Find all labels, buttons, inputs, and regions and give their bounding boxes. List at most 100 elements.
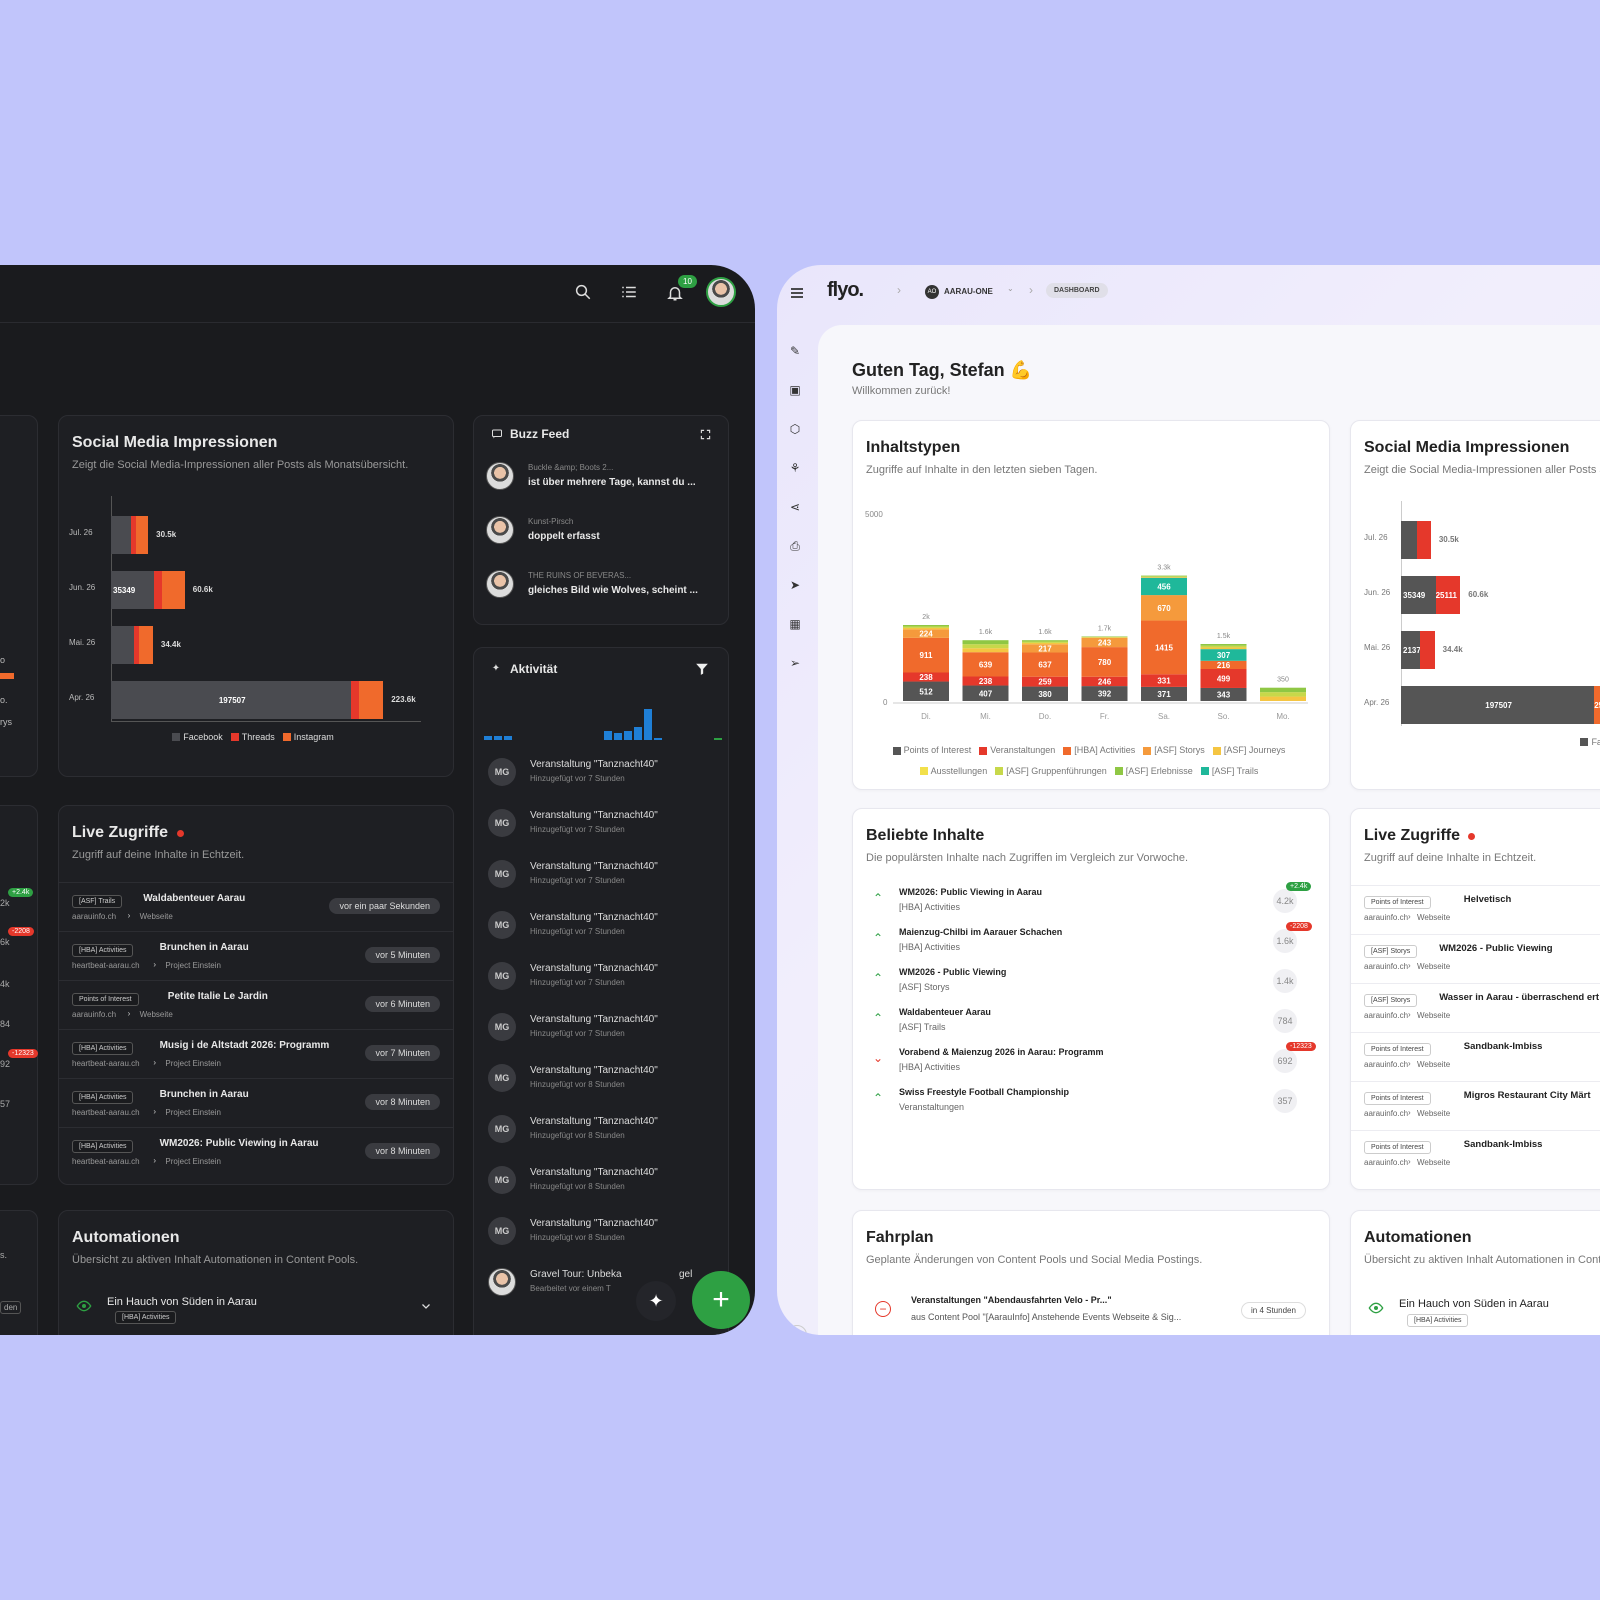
live-row[interactable]: [ASF] Storys WM2026 - Public Viewing aarau… [1351, 934, 1600, 983]
bar-segment-minor[interactable] [1200, 645, 1247, 648]
live-row[interactable]: Points of Interest Helvetisch aarauinfo.ch… [1351, 885, 1600, 934]
legend-item[interactable]: [HBA] Activities [1063, 741, 1135, 760]
navigation-icon[interactable]: ➢ [787, 655, 803, 671]
buzz-text[interactable]: gleiches Bild wie Wolves, scheint ... [528, 585, 698, 596]
popular-content-card: Beliebte Inhalte Die populärsten Inhalte… [852, 808, 1330, 1190]
popular-item-title[interactable]: Waldabenteuer Aarau [899, 1007, 991, 1017]
automation-item[interactable]: Ein Hauch von Süden in Aarau [107, 1296, 257, 1308]
bar-segment-minor[interactable] [1022, 640, 1068, 642]
legend-item[interactable]: [ASF] Trails [1200, 762, 1258, 781]
expand-icon[interactable] [698, 427, 712, 441]
live-row[interactable]: Points of Interest Sandbank-Imbiss aarauin… [1351, 1032, 1600, 1081]
legend-item[interactable]: Veranstaltungen [979, 741, 1055, 760]
chevron-down-icon[interactable] [419, 1299, 433, 1313]
bar-segment-minor[interactable] [1200, 647, 1247, 650]
activity-title[interactable]: Veranstaltung "Tanznacht40" [530, 1065, 658, 1076]
popular-item-title[interactable]: Swiss Freestyle Football Championship [899, 1087, 1069, 1097]
send-icon[interactable]: ➤ [787, 577, 803, 593]
activity-list: MG Veranstaltung "Tanznacht40" Hinzugefügt… [474, 758, 728, 1335]
legend-item[interactable]: Ausstellungen [919, 762, 987, 781]
card-subtitle: Übersicht zu aktiven Inhalt Automationen… [1364, 1254, 1600, 1266]
popular-item-value: 784 [1273, 1009, 1297, 1033]
activity-title[interactable]: Veranstaltung "Tanznacht40" [530, 861, 658, 872]
schedule-item-title[interactable]: Veranstaltungen "Abendausfahrten Velo - … [911, 1295, 1112, 1305]
bar-segment-minor[interactable] [1260, 696, 1306, 701]
activity-title[interactable]: Veranstaltung "Tanznacht40" [530, 1218, 658, 1229]
printer-icon[interactable]: ⎙ [787, 538, 803, 554]
help-icon[interactable]: ? [787, 1325, 807, 1335]
legend-item[interactable]: [ASF] Gruppenführungen [995, 762, 1107, 781]
bar-segment-minor[interactable] [1141, 577, 1187, 578]
legend-item[interactable]: Facebook [172, 732, 223, 742]
activity-title[interactable]: Veranstaltung "Tanznacht40" [530, 759, 658, 770]
bar-segment-minor[interactable] [962, 640, 1009, 645]
popular-item-title[interactable]: WM2026: Public Viewing in Aarau [899, 887, 1042, 897]
buzz-text[interactable]: ist über mehrere Tage, kannst du ... [528, 477, 696, 488]
bar-segment-minor[interactable] [1141, 576, 1187, 578]
live-row[interactable]: Points of Interest Sandbank-Imbiss aarauin… [1351, 1130, 1600, 1179]
cube-icon[interactable]: ⬡ [787, 421, 803, 437]
bar-segment-minor[interactable] [1141, 575, 1187, 577]
bar-segment-minor[interactable] [903, 625, 949, 627]
automation-item[interactable]: Ein Hauch von Süden in Aarau [1399, 1298, 1549, 1310]
pencil-icon[interactable]: ✎ [787, 343, 803, 359]
breadcrumb-current[interactable]: DASHBOARD [1046, 283, 1108, 298]
popular-item-title[interactable]: WM2026 - Public Viewing [899, 967, 1006, 977]
workspace-name[interactable]: AARAU-ONE [944, 287, 993, 296]
y-tick-label: Jun. 26 [1364, 588, 1391, 597]
live-row[interactable]: Points of Interest Petite Italie Le Jardi… [59, 980, 453, 1029]
activity-title[interactable]: Veranstaltung "Tanznacht40" [530, 1167, 658, 1178]
bar-segment-minor[interactable] [962, 644, 1009, 649]
activity-title[interactable]: Veranstaltung "Tanznacht40" [530, 810, 658, 821]
bar-segment-minor[interactable] [903, 626, 949, 628]
live-row[interactable]: [HBA] Activities Musig i de Altstadt 2026… [59, 1029, 453, 1078]
live-row[interactable]: [HBA] Activities Brunchen in Aarau heartbe… [59, 931, 453, 980]
popular-item-type: [ASF] Storys [899, 982, 950, 992]
activity-time: Hinzugefügt vor 7 Stunden [530, 825, 625, 834]
legend-item[interactable]: [ASF] Storys [1143, 741, 1205, 760]
activity-title[interactable]: Veranstaltung "Tanznacht40" [530, 1014, 658, 1025]
bar-segment-minor[interactable] [1260, 692, 1306, 697]
activity-title[interactable]: Veranstaltung "Tanznacht40" [530, 963, 658, 974]
activity-avatar: MG [488, 809, 516, 837]
user-avatar[interactable] [706, 277, 736, 307]
live-row[interactable]: Points of Interest Migros Restaurant City… [1351, 1081, 1600, 1130]
menu-icon[interactable] [787, 283, 807, 303]
dashboard-icon[interactable]: ▦ [787, 616, 803, 632]
live-row[interactable]: [ASF] Trails Waldabenteuer Aarau aarauinfo… [59, 882, 453, 931]
live-row[interactable]: [HBA] Activities Brunchen in Aarau heartbe… [59, 1078, 453, 1127]
network-icon[interactable]: ⚘ [787, 460, 803, 476]
popular-item-title[interactable]: Maienzug-Chilbi im Aarauer Schachen [899, 927, 1062, 937]
share-icon[interactable]: ⋖ [787, 499, 803, 515]
live-row[interactable]: [HBA] Activities WM2026: Public Viewing i… [59, 1127, 453, 1176]
popular-item-title[interactable]: Vorabend & Maienzug 2026 in Aarau: Progr… [899, 1047, 1104, 1057]
legend-item[interactable]: Threads [230, 732, 275, 742]
activity-title[interactable]: Veranstaltung "Tanznacht40" [530, 912, 658, 923]
bar-segment-minor[interactable] [1200, 644, 1247, 646]
live-row[interactable]: [ASF] Storys Wasser in Aarau - überrasche… [1351, 983, 1600, 1032]
bar-segment-minor[interactable] [962, 648, 1009, 653]
activity-title[interactable]: Veranstaltung "Tanznacht40" [530, 1116, 658, 1127]
card-subtitle: Die populärsten Inhalte nach Zugriffen i… [866, 852, 1189, 864]
list-icon[interactable] [618, 281, 640, 303]
ai-sparkle-button[interactable]: ✦ [636, 1281, 676, 1321]
edge-num: 57 [0, 1099, 11, 1109]
filter-icon[interactable] [694, 661, 710, 677]
activity-title[interactable]: Gravel Tour: Unbeka [530, 1269, 622, 1280]
add-button[interactable]: + [692, 1271, 750, 1329]
chevron-down-icon[interactable]: ⌄ [1007, 284, 1014, 293]
bar-segment-minor[interactable] [903, 627, 949, 630]
bar-segment-minor[interactable] [1022, 641, 1068, 643]
image-icon[interactable]: ▣ [787, 382, 803, 398]
legend-item[interactable]: Instagram [282, 732, 334, 742]
legend-item[interactable]: [ASF] Erlebnisse [1114, 762, 1193, 781]
legend-item[interactable]: [ASF] Journeys [1212, 741, 1285, 760]
search-icon[interactable] [572, 281, 594, 303]
legend-item[interactable]: Facebook [1580, 737, 1600, 747]
legend-item[interactable]: Points of Interest [892, 741, 971, 760]
bar-segment-minor[interactable] [1022, 642, 1068, 645]
bar-segment-minor[interactable] [1260, 687, 1306, 693]
app-logo[interactable]: flyo. [827, 279, 864, 302]
bar-segment-label: 637 [1038, 661, 1052, 670]
buzz-text[interactable]: doppelt erfasst [528, 531, 600, 542]
